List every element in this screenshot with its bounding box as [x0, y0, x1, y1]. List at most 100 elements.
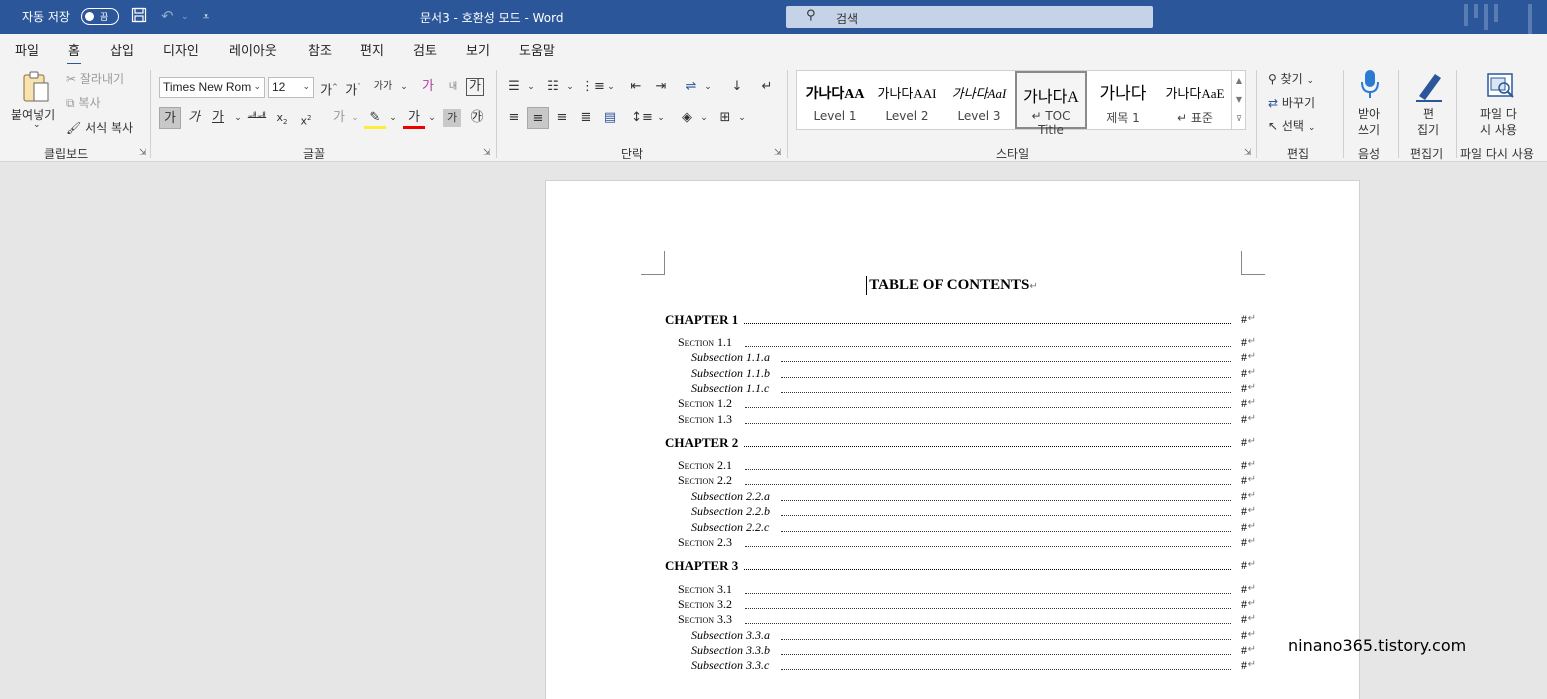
tab-home[interactable]: 홈	[67, 40, 81, 66]
toc-title[interactable]: TABLE OF CONTENTS↵	[546, 277, 1361, 294]
text-effects-chevron-icon[interactable]: ⌄	[344, 107, 366, 129]
editor-pen-icon[interactable]	[1413, 70, 1445, 105]
underline-icon[interactable]: 가	[207, 107, 229, 129]
show-marks-icon[interactable]: ↵	[756, 76, 778, 98]
toc-entry[interactable]: CHAPTER 2 # ↵	[546, 435, 1361, 450]
dictate-label-2[interactable]: 쓰기	[1358, 121, 1380, 138]
font-name-combo[interactable]: Times New Rom ⌄	[159, 77, 265, 98]
style-level-3[interactable]: 가나다AaI Level 3	[943, 71, 1015, 129]
document-page[interactable]: TABLE OF CONTENTS↵ CHAPTER 1 # ↵ Section 1.…	[545, 180, 1360, 699]
style-level-2[interactable]: 가나다AAI Level 2	[871, 71, 943, 129]
align-left-icon[interactable]: ≡	[503, 107, 525, 129]
toc-entry[interactable]: Subsection 3.3.c # ↵	[546, 658, 1361, 673]
toc-entry[interactable]: Subsection 3.3.b # ↵	[546, 643, 1361, 658]
style-heading-1[interactable]: 가나다 제목 1	[1087, 71, 1159, 129]
gallery-up-icon[interactable]: ▲	[1232, 71, 1246, 90]
styles-launcher-icon[interactable]: ⇲	[1244, 148, 1252, 158]
toc-entry[interactable]: Section 1.2 # ↵	[546, 396, 1361, 411]
clear-formatting-icon[interactable]: 가	[417, 76, 439, 98]
gallery-more-icon[interactable]: ⊽	[1232, 109, 1246, 128]
clipboard-launcher-icon[interactable]: ⇲	[139, 148, 147, 158]
increase-indent-icon[interactable]: ⇥	[650, 76, 672, 98]
shading-chevron-icon[interactable]: ⌄	[693, 107, 715, 129]
toc-entry[interactable]: Section 2.2 # ↵	[546, 473, 1361, 488]
replace-button[interactable]: ⇄ 바꾸기	[1268, 94, 1315, 111]
paragraph-launcher-icon[interactable]: ⇲	[774, 148, 782, 158]
toc-entry[interactable]: Section 3.1 # ↵	[546, 582, 1361, 597]
editor-label-1[interactable]: 편	[1423, 105, 1434, 122]
tab-view[interactable]: 보기	[466, 40, 490, 59]
toc-entry[interactable]: Section 1.3 # ↵	[546, 412, 1361, 427]
tab-layout[interactable]: 레이아웃	[229, 40, 277, 59]
format-painter-button[interactable]: 🖌 서식 복사	[66, 119, 133, 136]
char-shading-icon[interactable]: 가	[443, 109, 461, 127]
toc-entry[interactable]: Section 2.1 # ↵	[546, 458, 1361, 473]
toc-entry[interactable]: Subsection 1.1.a # ↵	[546, 350, 1361, 365]
change-case-chevron-icon[interactable]: ⌄	[393, 76, 415, 98]
microphone-icon[interactable]	[1360, 69, 1380, 102]
subscript-icon[interactable]: x2	[271, 107, 293, 129]
undo-dropdown-icon[interactable]: ⌄	[181, 12, 189, 22]
tab-file[interactable]: 파일	[15, 40, 39, 59]
gallery-down-icon[interactable]: ▼	[1232, 90, 1246, 109]
superscript-icon[interactable]: x2	[295, 107, 317, 129]
select-button[interactable]: ↖ 선택 ⌄	[1268, 117, 1315, 134]
decrease-indent-icon[interactable]: ⇤	[625, 76, 647, 98]
bullets-chevron-icon[interactable]: ⌄	[520, 76, 542, 98]
toc-entry[interactable]: Section 1.1 # ↵	[546, 335, 1361, 350]
tab-review[interactable]: 검토	[413, 40, 437, 59]
style-level-1[interactable]: 가나다AA Level 1	[799, 71, 871, 129]
reuse-label-2[interactable]: 시 사용	[1480, 121, 1517, 138]
toc-entry[interactable]: Subsection 1.1.c # ↵	[546, 381, 1361, 396]
font-size-combo[interactable]: 12 ⌄	[268, 77, 314, 98]
phonetic-guide-icon[interactable]: 내	[442, 76, 464, 98]
search-box[interactable]: ⚲ 검색	[786, 6, 1153, 28]
font-color-chevron-icon[interactable]: ⌄	[421, 107, 443, 129]
italic-icon[interactable]: 가	[183, 107, 205, 129]
customize-toolbar-icon[interactable]: ⩡	[203, 10, 209, 24]
line-spacing-chevron-icon[interactable]: ⌄	[650, 107, 672, 129]
style-normal[interactable]: 가나다AaE ↵ 표준	[1159, 71, 1231, 129]
sort-icon[interactable]: ↓	[726, 76, 748, 98]
autosave-toggle[interactable]: 끔	[81, 8, 119, 25]
toc-entry[interactable]: Section 2.3 # ↵	[546, 535, 1361, 550]
editor-label-2[interactable]: 집기	[1417, 121, 1439, 138]
toc-entry[interactable]: Subsection 2.2.c # ↵	[546, 520, 1361, 535]
toc-entry[interactable]: Subsection 2.2.b # ↵	[546, 504, 1361, 519]
highlight-chevron-icon[interactable]: ⌄	[382, 107, 404, 129]
copy-button[interactable]: ⧉ 복사	[66, 94, 101, 111]
toc-entry[interactable]: CHAPTER 3 # ↵	[546, 558, 1361, 573]
distributed-icon[interactable]: ▤	[599, 107, 621, 129]
align-center-icon[interactable]: ≡	[527, 107, 549, 129]
toc-entry[interactable]: CHAPTER 1 # ↵	[546, 312, 1361, 327]
paste-dropdown-icon[interactable]: ⌄	[33, 120, 41, 130]
undo-icon[interactable]: ↶	[161, 7, 174, 25]
paste-button[interactable]	[20, 70, 52, 107]
grow-font-icon[interactable]: 가^	[318, 76, 340, 98]
reuse-label-1[interactable]: 파일 다	[1480, 105, 1517, 122]
toc-entry[interactable]: Section 3.3 # ↵	[546, 612, 1361, 627]
multilevel-chevron-icon[interactable]: ⌄	[600, 76, 622, 98]
tab-design[interactable]: 디자인	[163, 40, 199, 59]
toc-entry[interactable]: Section 3.2 # ↵	[546, 597, 1361, 612]
justify-icon[interactable]: ≣	[575, 107, 597, 129]
dictate-label-1[interactable]: 받아	[1358, 105, 1380, 122]
bold-icon[interactable]: 가	[159, 107, 181, 129]
strikethrough-icon[interactable]: ᆊᆊ	[246, 107, 268, 129]
tab-insert[interactable]: 삽입	[110, 40, 134, 59]
cut-button[interactable]: ✂ 잘라내기	[66, 70, 124, 87]
find-button[interactable]: ⚲ 찾기 ⌄	[1268, 70, 1314, 87]
toc-entry[interactable]: Subsection 3.3.a # ↵	[546, 628, 1361, 643]
numbering-chevron-icon[interactable]: ⌄	[559, 76, 581, 98]
char-border-icon[interactable]: 가	[466, 78, 484, 96]
style-toc-title[interactable]: 가나다A ↵ TOC Title	[1015, 71, 1087, 137]
change-case-icon[interactable]: 가가	[372, 76, 394, 98]
asian-layout-chevron-icon[interactable]: ⌄	[697, 76, 719, 98]
reuse-files-icon[interactable]	[1486, 72, 1516, 103]
shrink-font-icon[interactable]: 가ˇ	[342, 76, 364, 98]
font-launcher-icon[interactable]: ⇲	[483, 148, 491, 158]
enclose-char-icon[interactable]: ㉮	[466, 107, 488, 129]
borders-chevron-icon[interactable]: ⌄	[731, 107, 753, 129]
save-icon[interactable]	[131, 7, 147, 27]
toc-entry[interactable]: Subsection 1.1.b # ↵	[546, 366, 1361, 381]
